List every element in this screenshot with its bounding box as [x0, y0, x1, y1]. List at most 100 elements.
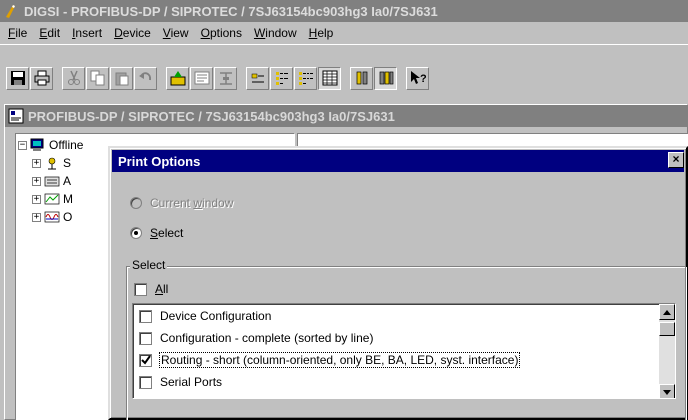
- radio-current-window[interactable]: Current window: [130, 194, 233, 212]
- list-button[interactable]: [294, 66, 317, 90]
- radio-select-label: Select: [150, 226, 184, 240]
- list-item-label: Device Configuration: [160, 309, 272, 323]
- close-button[interactable]: ×: [668, 152, 684, 168]
- list-item[interactable]: Serial Ports: [139, 372, 222, 392]
- arrow-down-icon: [663, 389, 671, 395]
- print-items-list[interactable]: Protection Serial Ports Routing - short (c…: [132, 303, 676, 399]
- select-group-label: Select: [130, 258, 168, 272]
- cut-button[interactable]: [62, 66, 85, 90]
- list-item-label: Serial Ports: [160, 375, 223, 389]
- tree-expander[interactable]: +: [32, 194, 41, 204]
- menu-view[interactable]: View: [157, 26, 195, 40]
- tree-item[interactable]: + M: [32, 190, 73, 208]
- list-item-checkbox[interactable]: [139, 397, 152, 398]
- dialog-title-bar[interactable]: Print Options ×: [112, 150, 684, 172]
- columns-icon: [356, 71, 367, 85]
- details-button[interactable]: [318, 66, 341, 90]
- list-item[interactable]: Device Configuration: [139, 306, 271, 326]
- tree-item[interactable]: + A: [32, 172, 71, 190]
- context-help-icon: ?: [410, 71, 426, 85]
- dialog-title: Print Options: [118, 153, 201, 169]
- large-icons-button[interactable]: [246, 66, 269, 90]
- columns-button[interactable]: [350, 66, 373, 90]
- columns-selected-icon: [379, 71, 393, 85]
- list-item-label: Protection: [160, 397, 214, 398]
- paste-button[interactable]: [110, 66, 133, 90]
- radio-selected-dot: [134, 231, 138, 235]
- tree-expander[interactable]: +: [32, 176, 41, 186]
- report-icon: [194, 71, 209, 85]
- list-item-checkbox[interactable]: [139, 331, 152, 345]
- list-item[interactable]: Protection: [139, 394, 214, 398]
- copy-button[interactable]: [86, 66, 109, 90]
- project-window-title: PROFIBUS-DP / SIPROTEC / 7SJ63154bc903hg…: [28, 108, 395, 124]
- tree-item[interactable]: + O: [32, 208, 72, 226]
- menu-file[interactable]: File: [2, 26, 33, 40]
- context-help-button[interactable]: ?: [406, 66, 429, 90]
- scroll-down-button[interactable]: [659, 384, 675, 398]
- menu-edit[interactable]: Edit: [33, 26, 66, 40]
- list-item-checkbox[interactable]: [139, 309, 152, 323]
- print-button[interactable]: [30, 66, 53, 90]
- arrow-up-icon: [663, 309, 671, 315]
- menu-help[interactable]: Help: [303, 26, 340, 40]
- report-button[interactable]: [190, 66, 213, 90]
- tree-expander[interactable]: −: [18, 140, 27, 150]
- svg-text:?: ?: [420, 73, 426, 85]
- columns-selected-button[interactable]: [374, 66, 397, 90]
- project-icon: [8, 108, 24, 124]
- toolbar: ?: [0, 44, 688, 100]
- tree-item-label: M: [63, 192, 73, 206]
- app-title: DIGSI - PROFIBUS-DP / SIPROTEC / 7SJ6315…: [24, 3, 438, 19]
- menu-window[interactable]: Window: [248, 26, 303, 40]
- all-checkbox-label: All: [155, 282, 169, 296]
- copy-icon: [90, 70, 104, 86]
- tree-item-label: A: [63, 174, 72, 188]
- small-icons-button[interactable]: [270, 66, 293, 90]
- radio-current-window-label: Current window: [150, 196, 234, 210]
- list-icon: [275, 72, 288, 85]
- radio-select-button[interactable]: [130, 227, 142, 239]
- cut-icon: [67, 70, 80, 85]
- radio-current-window-button[interactable]: [130, 197, 142, 209]
- menu-insert[interactable]: Insert: [66, 26, 108, 40]
- tree-expander[interactable]: +: [32, 158, 41, 168]
- tree-item-label: O: [63, 210, 73, 224]
- annunciation-icon: [44, 176, 60, 187]
- scroll-up-button[interactable]: [659, 304, 675, 320]
- all-checkbox[interactable]: All: [134, 280, 168, 298]
- tree-item[interactable]: + S: [32, 154, 71, 172]
- list-item[interactable]: Configuration - complete (sorted by line…: [139, 328, 373, 348]
- print-options-dialog: Print Options × Current window Select Se…: [108, 146, 688, 420]
- undo-icon: [138, 72, 151, 81]
- radio-select[interactable]: Select: [130, 224, 183, 242]
- print-icon: [34, 70, 49, 86]
- list-item[interactable]: Routing - short (column-oriented, only B…: [139, 350, 521, 370]
- oscillographic-icon: [44, 211, 60, 223]
- list-item-checkbox[interactable]: [139, 375, 152, 389]
- tree-item[interactable]: − Offline: [18, 136, 83, 154]
- list-item-checkbox[interactable]: [139, 353, 152, 367]
- undo-button[interactable]: [134, 66, 157, 90]
- list-item-label: Routing - short (column-oriented, only B…: [158, 352, 521, 368]
- save-button[interactable]: [6, 66, 29, 90]
- measurement-icon: [44, 193, 60, 205]
- save-icon: [10, 71, 25, 85]
- project-window-title-bar[interactable]: PROFIBUS-DP / SIPROTEC / 7SJ63154bc903hg…: [5, 105, 687, 127]
- tree-expander[interactable]: +: [32, 212, 41, 222]
- menu-bar: File Edit Insert Device View Options Window Hel…: [0, 22, 688, 44]
- table-icon: [322, 70, 337, 86]
- app-title-bar[interactable]: DIGSI - PROFIBUS-DP / SIPROTEC / 7SJ6315…: [0, 0, 688, 22]
- close-icon: ×: [672, 152, 680, 166]
- paste-icon: [115, 72, 128, 86]
- all-checkbox-box[interactable]: [134, 282, 147, 296]
- menu-device[interactable]: Device: [108, 26, 157, 40]
- list-scrollbar[interactable]: [659, 304, 675, 398]
- scroll-thumb[interactable]: [659, 322, 675, 336]
- tree-item-label: S: [63, 156, 72, 170]
- device-button[interactable]: [166, 66, 189, 90]
- details-icon: [298, 72, 313, 85]
- list-item-label: Configuration - complete (sorted by line…: [160, 331, 374, 345]
- menu-options[interactable]: Options: [195, 26, 248, 40]
- parameter-button[interactable]: [214, 66, 237, 90]
